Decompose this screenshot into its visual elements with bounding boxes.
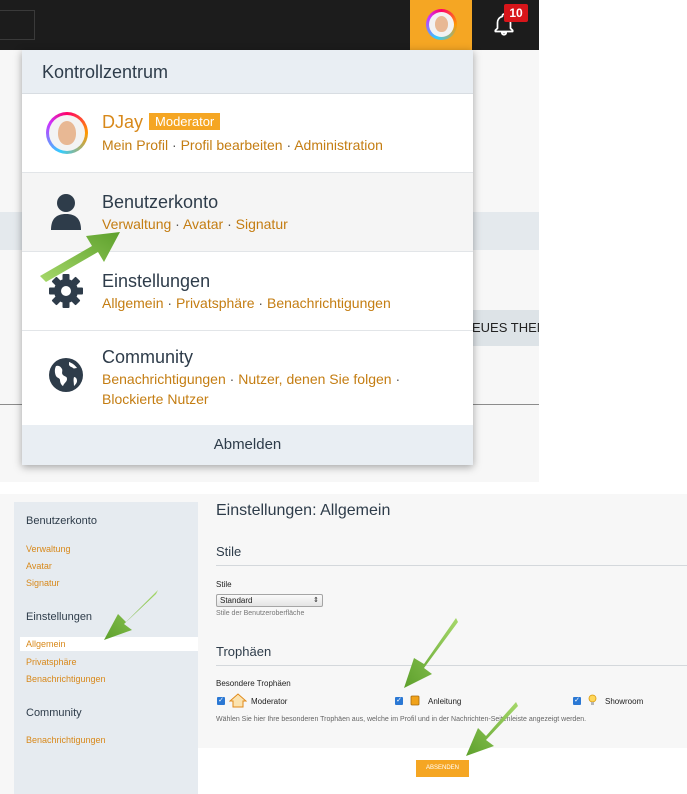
trophy-guide-label: Anleitung [428,697,462,706]
link-community-notifications[interactable]: Benachrichtigungen [102,371,226,387]
account-row: Benutzerkonto Verwaltung · Avatar · Sign… [22,173,473,252]
logout-button[interactable]: Abmelden [22,425,473,465]
sidebar-heading-settings: Einstellungen [26,611,93,623]
book-icon [410,695,420,706]
link-settings-notifications[interactable]: Benachrichtigungen [267,295,391,311]
trophies-section-title: Trophäen [216,644,272,659]
settings-page-screenshot: Benutzerkonto Verwaltung Avatar Signatur… [0,494,687,794]
sidebar-item-signature[interactable]: Signatur [26,578,60,588]
user-title: DJay Moderator [102,112,221,133]
link-account-avatar[interactable]: Avatar [183,216,223,232]
sidebar-item-community-notifications[interactable]: Benachrichtigungen [26,735,106,745]
sidebar-item-avatar[interactable]: Avatar [26,561,52,571]
moderator-badge: Moderator [149,113,221,130]
sidebar-item-manage[interactable]: Verwaltung [26,544,71,554]
link-settings-general[interactable]: Allgemein [102,295,163,311]
control-center-screenshot: 10 EUES THEM Kontrollzentrum DJay Moderat… [0,0,539,482]
trophy-moderator-label: Moderator [251,697,288,706]
link-community-blocked[interactable]: Blockierte Nutzer [102,391,209,407]
avatar-face-icon [435,16,448,32]
link-settings-privacy[interactable]: Privatsphäre [176,295,255,311]
style-select[interactable]: Standard ⇕ [216,594,323,607]
style-label: Stile [216,580,232,589]
trophies-divider [216,665,687,666]
styles-section-title: Stile [216,544,242,559]
settings-row: Einstellungen Allgemein · Privatsphäre ·… [22,252,473,331]
house-icon [229,693,247,708]
select-arrows-icon: ⇕ [313,597,319,604]
trophy-showroom-label: Showroom [605,697,644,706]
link-account-manage[interactable]: Verwaltung [102,216,171,232]
user-avatar[interactable] [46,112,88,154]
sidebar-item-privacy[interactable]: Privatsphäre [26,657,77,667]
trophy-checkbox-showroom[interactable]: ✓ [573,697,581,705]
user-menu-button[interactable] [410,0,472,50]
account-links: Verwaltung · Avatar · Signatur [102,216,288,232]
user-links: Mein Profil · Profil bearbeiten · Admini… [102,137,383,153]
community-title: Community [102,347,194,367]
link-community-following[interactable]: Nutzer, denen Sie folgen [238,371,391,387]
community-links: Benachrichtigungen · Nutzer, denen Sie f… [102,371,401,407]
sidebar-item-notifications[interactable]: Benachrichtigungen [26,674,106,684]
gear-icon [49,274,83,308]
avatar-face-icon [58,121,76,145]
username[interactable]: DJay [102,112,143,132]
page-title: Einstellungen: Allgemein [216,502,391,519]
link-my-profile[interactable]: Mein Profil [102,137,168,153]
control-center-dropdown: Kontrollzentrum DJay Moderator Mein Profi… [22,50,473,465]
settings-sidebar: Benutzerkonto Verwaltung Avatar Signatur… [14,502,198,794]
settings-title: Einstellungen [102,271,211,291]
submit-button[interactable]: ABSENDEN [416,760,469,777]
link-administration[interactable]: Administration [294,137,383,153]
lightbulb-icon [588,694,597,705]
new-topic-button[interactable]: EUES THEM [470,310,539,346]
user-row: DJay Moderator Mein Profil · Profil bearb… [22,94,473,173]
link-edit-profile[interactable]: Profil bearbeiten [181,137,283,153]
sidebar-item-general[interactable]: Allgemein [26,639,66,649]
account-title: Benutzerkonto [102,192,219,212]
user-icon [51,194,81,230]
trophies-hint: Wählen Sie hier Ihre besonderen Trophäen… [216,716,587,723]
style-hint: Stile der Benutzeroberfläche [216,610,305,617]
special-trophies-label: Besondere Trophäen [216,679,291,688]
search-box[interactable] [0,10,35,40]
green-arrow-icon [404,618,458,688]
globe-icon [49,358,83,392]
settings-links: Allgemein · Privatsphäre · Benachrichtig… [102,295,391,311]
link-account-signature[interactable]: Signatur [236,216,288,232]
avatar [426,9,457,40]
top-navigation-bar: 10 [0,0,539,50]
trophy-checkbox-guide[interactable]: ✓ [395,697,403,705]
styles-divider [216,565,687,566]
dropdown-title: Kontrollzentrum [22,50,473,94]
sidebar-heading-community: Community [26,707,82,719]
community-row: Community Benachrichtigungen · Nutzer, d… [22,331,473,425]
sidebar-heading-account: Benutzerkonto [26,515,97,527]
notification-badge: 10 [504,4,528,22]
trophy-checkbox-moderator[interactable]: ✓ [217,697,225,705]
style-select-value: Standard [220,596,253,605]
